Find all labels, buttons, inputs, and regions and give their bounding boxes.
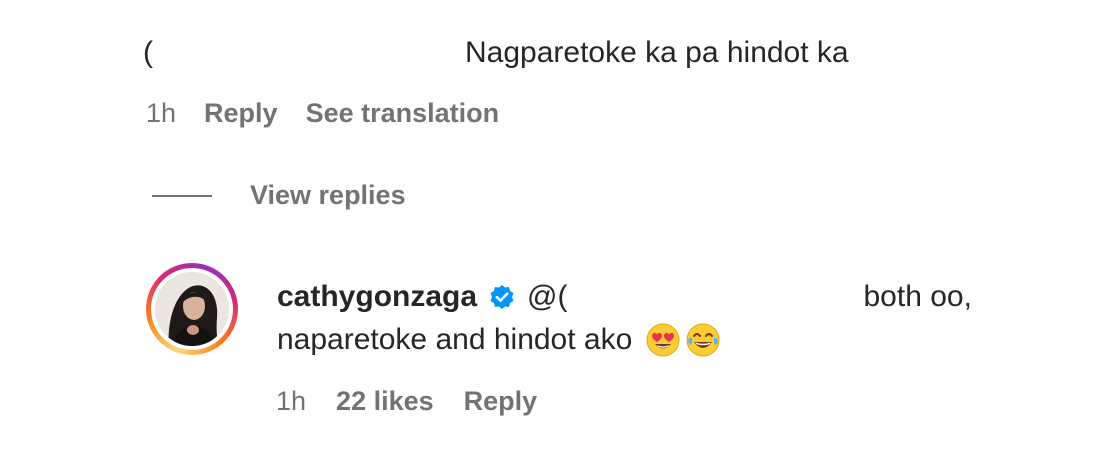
reply-time: 1h — [276, 386, 307, 416]
comment-time: 1h — [146, 98, 177, 128]
reply-line-1: cathygonzaga @( both oo, — [277, 280, 972, 314]
verified-badge-icon — [489, 284, 515, 310]
reply-line-2: naparetoke and hindot ako — [277, 323, 720, 357]
reply-button[interactable]: Reply — [204, 98, 278, 129]
avatar-image — [155, 272, 229, 346]
likes-count[interactable]: 22 likes — [336, 386, 434, 417]
avatar[interactable] — [146, 263, 238, 355]
avatar-portrait-icon — [155, 272, 229, 346]
comment-meta: 1h Reply See translation — [146, 98, 499, 129]
comment-username[interactable]: ( — [143, 36, 153, 70]
reply-text-line-2: naparetoke and hindot ako — [277, 323, 633, 356]
view-replies-label: View replies — [250, 180, 406, 210]
mention-link[interactable]: @( — [527, 280, 567, 314]
reply-username[interactable]: cathygonzaga — [277, 280, 477, 314]
tears-of-joy-emoji-icon — [686, 323, 720, 357]
view-replies-button[interactable]: View replies — [152, 180, 406, 211]
heart-eyes-emoji-icon — [646, 323, 680, 357]
reply-reply-button[interactable]: Reply — [464, 386, 538, 417]
reply-text-line-1: both oo, — [863, 280, 972, 313]
reply-meta: 1h 22 likes Reply — [276, 386, 537, 417]
comment-text: Nagparetoke ka pa hindot ka — [465, 36, 849, 69]
see-translation-button[interactable]: See translation — [306, 98, 500, 129]
view-replies-line — [152, 194, 212, 197]
